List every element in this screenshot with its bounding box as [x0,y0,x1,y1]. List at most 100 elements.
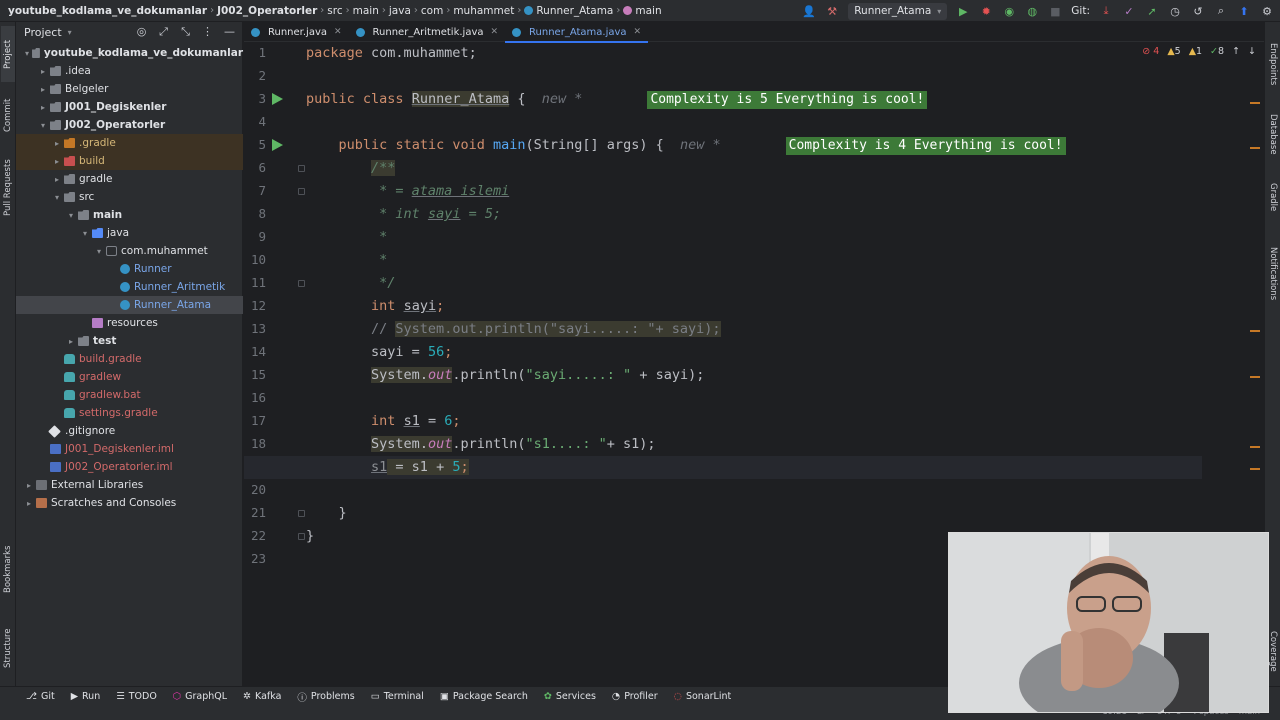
class-ref[interactable]: System [371,436,420,452]
chevron-right-icon[interactable]: ▸ [36,103,50,112]
next-highlight-icon[interactable]: ↓ [1248,46,1256,57]
tree-node[interactable]: ▾ youtube_kodlama_ve_dokumanlar [16,44,243,62]
tool-package-search[interactable]: ▣ Package Search [440,691,528,702]
previous-highlight-icon[interactable]: ↑ [1232,46,1240,57]
tool-run[interactable]: ▶ Run [71,691,101,702]
search-icon[interactable]: ⌕ [1214,4,1228,18]
chevron-right-icon[interactable]: ▸ [50,139,64,148]
tool-tab-notifications[interactable]: Notifications [1266,234,1280,314]
chevron-down-icon[interactable]: ▾ [78,229,92,238]
profile-icon[interactable]: ◍ [1025,4,1039,18]
chevron-down-icon[interactable]: ▾ [68,28,72,37]
tool-tab-database[interactable]: Database [1266,108,1280,160]
tool-tab-structure[interactable]: Structure [1,616,15,680]
scroll-marker[interactable] [1250,446,1260,448]
run-class-icon[interactable] [272,93,283,105]
tree-node[interactable]: resources [16,314,243,332]
close-icon[interactable]: ✕ [634,27,642,37]
tree-node[interactable]: settings.gradle [16,404,243,422]
run-method-icon[interactable] [272,139,283,151]
tool-terminal[interactable]: ▭ Terminal [371,691,424,702]
fold-icon[interactable] [298,165,305,172]
tool-tab-gradle[interactable]: Gradle [1266,176,1280,218]
tool-graphql[interactable]: ⬡ GraphQL [173,691,227,702]
chevron-right-icon[interactable]: ▸ [36,67,50,76]
method-name[interactable]: main [493,137,526,153]
update-icon[interactable]: ⬆ [1237,4,1251,18]
history-icon[interactable]: ◷ [1168,4,1182,18]
breadcrumb-com[interactable]: com [421,5,443,17]
hide-icon[interactable]: — [223,25,236,39]
coverage-icon[interactable]: ◉ [1002,4,1016,18]
tool-sonarlint[interactable]: ◌ SonarLint [674,691,732,702]
fold-icon[interactable] [298,188,305,195]
chevron-right-icon[interactable]: ▸ [64,337,78,346]
hammer-icon[interactable]: ⚒ [825,4,839,18]
chevron-down-icon[interactable]: ▾ [22,49,32,58]
author-hint[interactable]: new * [542,91,583,107]
git-push-icon[interactable]: ➚ [1145,4,1159,18]
git-commit-icon[interactable]: ✓ [1122,4,1136,18]
scroll-marker[interactable] [1250,102,1260,104]
breadcrumb-java[interactable]: java [389,5,411,17]
close-icon[interactable]: ✕ [334,27,342,37]
tree-node[interactable]: ▸ .gradle [16,134,243,152]
breadcrumb-module[interactable]: J002_Operatorler [217,5,317,17]
project-title[interactable]: Project [24,26,62,39]
run-icon[interactable]: ▶ [956,4,970,18]
chevron-right-icon[interactable]: ▸ [50,175,64,184]
field-ref[interactable]: out [428,367,452,383]
locate-icon[interactable]: ◎ [135,25,148,39]
tree-node[interactable]: ▾ main [16,206,243,224]
scroll-marker[interactable] [1250,330,1260,332]
breadcrumb-method[interactable]: main [635,5,661,17]
tree-node[interactable]: ▸ External Libraries [16,476,243,494]
tool-tab-project[interactable]: Project [1,26,15,82]
tree-node[interactable]: ▾ java [16,224,243,242]
tree-node[interactable]: Runner_Atama [16,296,243,314]
fold-icon[interactable] [298,510,305,517]
scroll-marker[interactable] [1250,376,1260,378]
chevron-right-icon[interactable]: ▸ [22,499,36,508]
settings-icon[interactable]: ⚙ [1260,4,1274,18]
breadcrumb-muhammet[interactable]: muhammet [453,5,514,17]
tree-node[interactable]: ▸ test [16,332,243,350]
class-ref[interactable]: System [371,367,420,383]
scroll-marker[interactable] [1250,147,1260,149]
tree-node[interactable]: ▾ com.muhammet [16,242,243,260]
tree-node[interactable]: gradlew.bat [16,386,243,404]
tree-node[interactable]: ▾ J002_Operatorler [16,116,243,134]
inspection-widget[interactable]: ⊘ 4 ▲5 ▲1 ✓8 ↑ ↓ [1142,46,1256,57]
tree-node[interactable]: gradlew [16,368,243,386]
tool-tab-bookmarks[interactable]: Bookmarks [1,540,15,598]
expand-all-icon[interactable]: ⤢ [157,25,170,39]
tree-node[interactable]: J001_Degiskenler.iml [16,440,243,458]
fold-icon[interactable] [298,533,305,540]
stop-icon[interactable]: ■ [1048,4,1062,18]
chevron-right-icon[interactable]: ▸ [50,157,64,166]
tree-node[interactable]: ▸ J001_Degiskenler [16,98,243,116]
tool-todo[interactable]: ☰ TODO [116,691,157,702]
class-name[interactable]: Runner_Atama [411,91,510,107]
fold-icon[interactable] [298,280,305,287]
tree-node[interactable]: .gitignore [16,422,243,440]
method-call[interactable]: .println( [452,436,525,452]
breadcrumb-src[interactable]: src [327,5,342,17]
chevron-down-icon[interactable]: ▾ [92,247,106,256]
tab-runner-atama[interactable]: Runner_Atama.java ✕ [505,22,649,43]
tree-node[interactable]: build.gradle [16,350,243,368]
tool-problems[interactable]: ⓘ Problems [297,690,354,704]
variable[interactable]: s1 [404,413,420,429]
chevron-right-icon[interactable]: ▸ [22,481,36,490]
tool-kafka[interactable]: ✲ Kafka [243,691,281,702]
method-call[interactable]: .println( [452,367,525,383]
tree-node[interactable]: Runner [16,260,243,278]
run-configuration-selector[interactable]: Runner_Atama ▾ [848,2,948,20]
tree-node[interactable]: ▾ src [16,188,243,206]
chevron-down-icon[interactable]: ▾ [36,121,50,130]
tool-git[interactable]: ⎇ Git [26,691,55,702]
breadcrumb-main[interactable]: main [353,5,379,17]
author-hint[interactable]: new * [680,137,721,153]
field-ref[interactable]: out [428,436,452,452]
chevron-right-icon[interactable]: ▸ [36,85,50,94]
